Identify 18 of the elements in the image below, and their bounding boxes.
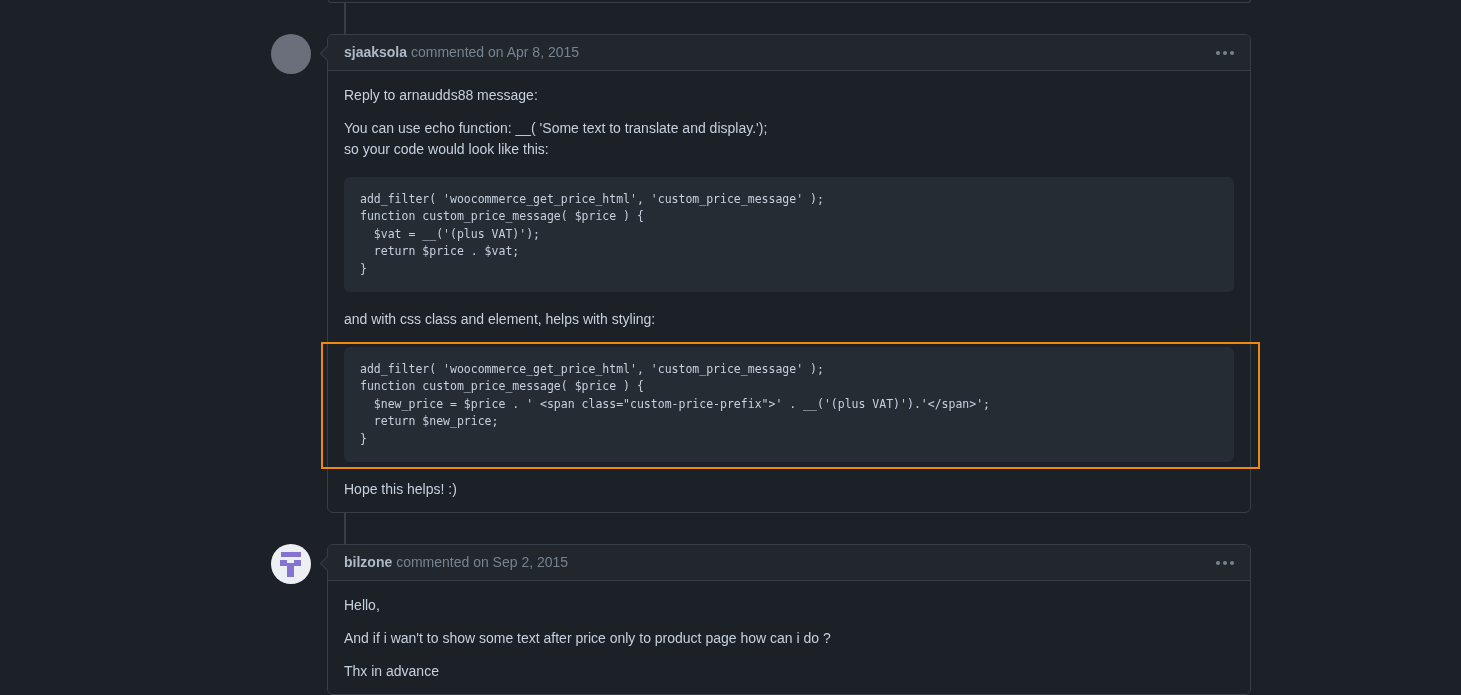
code-block: add_filter( 'woocommerce_get_price_html', 'custom_price_message' ); function custom_price_message( $price ) { $new_price = $price . ' <span class="custom-price-prefix">' . __('(plus VAT)').'</span>'; return $new_price; } <box>344 347 1234 463</box>
comment-text: and with css class and element, helps with styling: <box>344 310 657 330</box>
more-options-icon[interactable] <box>1216 560 1234 565</box>
author-link[interactable]: sjaaksola <box>344 44 408 60</box>
comment-text: Hope this helps! :) <box>344 480 458 500</box>
comment-timestamp[interactable]: commented on Apr 8, 2015 <box>410 44 580 60</box>
comment-text: And if i wan't to show some text after price only to product page how can i do ? <box>344 629 832 649</box>
comment-text: Reply to arnaudds88 message: <box>344 86 539 105</box>
avatar-photo-placeholder[interactable] <box>271 34 311 74</box>
comment-timestamp[interactable]: commented on Sep 2, 2015 <box>396 554 569 571</box>
code-block: add_filter( 'woocommerce_get_price_html', 'custom_price_message' ); function custom_price_message( $price ) { $vat = __('(plus VAT)'); return $price . $vat; } <box>344 177 1234 293</box>
avatar[interactable] <box>271 544 311 585</box>
identicon-drawing <box>280 551 302 577</box>
comment-text: Thx in advance <box>344 662 440 682</box>
more-options-icon[interactable] <box>1216 50 1234 55</box>
comment-text: You can use echo function: __( 'Some text to translate and display.'); so your code would look like this: <box>344 119 769 159</box>
author-link[interactable]: bilzone <box>344 554 393 571</box>
comment-text: Hello, <box>344 596 381 616</box>
